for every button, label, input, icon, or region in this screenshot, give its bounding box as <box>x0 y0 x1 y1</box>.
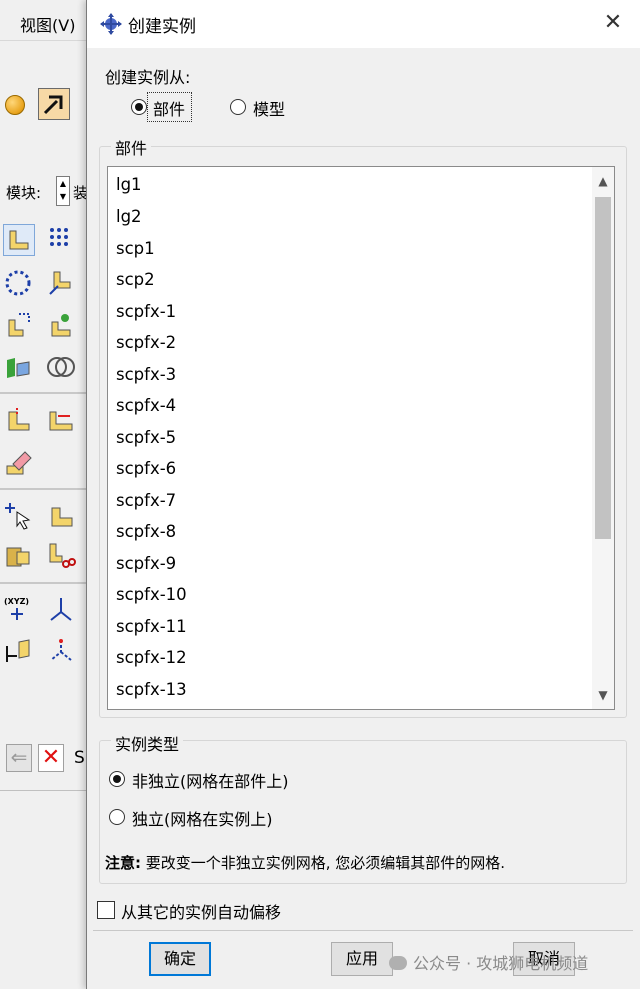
prompt-text: S <box>74 748 85 768</box>
list-item[interactable]: scp1 <box>116 237 155 261</box>
watermark: 公众号 · 攻城狮电机频道 <box>389 950 588 974</box>
auto-offset-label[interactable]: 从其它的实例自动偏移 <box>121 899 281 923</box>
prompt-back-button[interactable]: ⇐ <box>6 744 32 772</box>
merge-cut-icon[interactable] <box>3 352 35 384</box>
position-constraint-icon[interactable] <box>46 310 78 342</box>
radio-dependent[interactable] <box>109 771 125 787</box>
list-item[interactable]: scpfx-8 <box>116 520 176 544</box>
mesh-note: 注意: 要改变一个非独立实例网格, 您必须编辑其部件的网格. <box>105 852 505 873</box>
edge-to-edge-icon[interactable] <box>46 404 78 436</box>
radio-from-model[interactable] <box>230 99 246 115</box>
list-item[interactable]: lg1 <box>116 173 142 197</box>
datum-point-icon[interactable]: (XYZ) <box>3 594 35 626</box>
list-item[interactable]: scpfx-1 <box>116 300 176 324</box>
menubar-divider <box>0 40 90 41</box>
toolbox-separator <box>0 392 86 394</box>
wechat-icon <box>389 956 407 970</box>
list-item[interactable]: scpfx-9 <box>116 552 176 576</box>
radio-independent-label[interactable]: 独立(网格在实例上) <box>132 806 273 830</box>
module-spinner[interactable]: ▲ ▼ <box>56 176 70 206</box>
create-instance-dialog: 创建实例 ✕ 创建实例从: 部件 模型 部件 lg1 lg2 scp1 scp2… <box>86 0 640 989</box>
boolean-circles-icon[interactable] <box>46 352 78 384</box>
sphere-icon[interactable] <box>5 95 25 115</box>
radial-pattern-icon[interactable] <box>3 268 35 300</box>
create-from-label: 创建实例从: <box>105 68 191 87</box>
instance-type-title: 实例类型 <box>111 731 184 755</box>
dialog-titlebar[interactable]: 创建实例 ✕ <box>87 0 640 48</box>
close-icon[interactable]: ✕ <box>593 8 633 40</box>
cut-instance-icon[interactable] <box>46 540 78 572</box>
scrollbar-thumb[interactable] <box>595 197 611 539</box>
replace-instance-icon[interactable] <box>3 540 35 572</box>
parts-group-title: 部件 <box>111 135 152 159</box>
apply-button[interactable]: 应用 <box>331 942 393 976</box>
linear-pattern-icon[interactable] <box>46 224 78 256</box>
parts-scrollbar[interactable]: ▲ ▼ <box>592 167 614 709</box>
list-item[interactable]: scpfx-2 <box>116 331 176 355</box>
list-item[interactable]: scpfx-7 <box>116 489 176 513</box>
toolbox-separator <box>0 582 86 584</box>
pick-arrow-icon[interactable] <box>38 88 70 120</box>
assembly-app-icon <box>100 13 122 35</box>
list-item[interactable]: lg2 <box>116 205 142 229</box>
svg-text:(XYZ): (XYZ) <box>4 597 29 606</box>
scroll-down-icon[interactable]: ▼ <box>592 683 614 707</box>
prompt-divider <box>0 790 90 791</box>
dialog-title: 创建实例 <box>128 17 196 37</box>
list-item[interactable]: scpfx-6 <box>116 457 176 481</box>
eraser-icon[interactable] <box>3 446 35 478</box>
datum-csys-icon[interactable] <box>46 636 78 668</box>
module-label: 模块: <box>6 184 42 202</box>
scroll-up-icon[interactable]: ▲ <box>592 169 614 193</box>
list-item[interactable]: scpfx-3 <box>116 363 176 387</box>
list-item[interactable]: scp2 <box>116 268 155 292</box>
rotate-instance-icon[interactable] <box>3 310 35 342</box>
list-item[interactable]: scpfx-4 <box>116 394 176 418</box>
auto-offset-checkbox[interactable] <box>97 901 115 919</box>
watermark-text: 公众号 · 攻城狮电机频道 <box>413 954 589 973</box>
list-item[interactable]: scpfx-11 <box>116 615 187 639</box>
radio-from-part[interactable] <box>131 99 147 115</box>
footer-divider <box>93 930 633 931</box>
focus-rectangle <box>147 92 192 122</box>
list-item[interactable]: scpfx-10 <box>116 583 187 607</box>
instance-part-icon[interactable] <box>3 224 35 256</box>
reference-point-icon[interactable] <box>46 500 78 532</box>
radio-dependent-label[interactable]: 非独立(网格在部件上) <box>132 768 289 792</box>
list-item[interactable]: scpfx-12 <box>116 646 187 670</box>
parts-listbox[interactable]: lg1 lg2 scp1 scp2 scpfx-1 scpfx-2 scpfx-… <box>107 166 615 710</box>
datum-axis-icon[interactable] <box>46 594 78 626</box>
toolbox-separator <box>0 488 86 490</box>
list-item[interactable]: scpfx-5 <box>116 426 176 450</box>
radio-from-model-label[interactable]: 模型 <box>253 96 285 120</box>
note-text: 要改变一个非独立实例网格, 您必须编辑其部件的网格. <box>141 854 506 872</box>
list-item[interactable]: scpfx-13 <box>116 678 187 702</box>
radio-independent[interactable] <box>109 809 125 825</box>
query-select-icon[interactable] <box>3 500 35 532</box>
datum-plane-icon[interactable] <box>3 636 35 668</box>
face-to-face-icon[interactable] <box>3 404 35 436</box>
prompt-cancel-button[interactable]: ✕ <box>38 744 64 772</box>
menu-view[interactable]: 视图(V) <box>20 12 75 36</box>
note-label: 注意: <box>105 854 141 872</box>
translate-instance-icon[interactable] <box>46 268 78 300</box>
ok-button[interactable]: 确定 <box>149 942 211 976</box>
